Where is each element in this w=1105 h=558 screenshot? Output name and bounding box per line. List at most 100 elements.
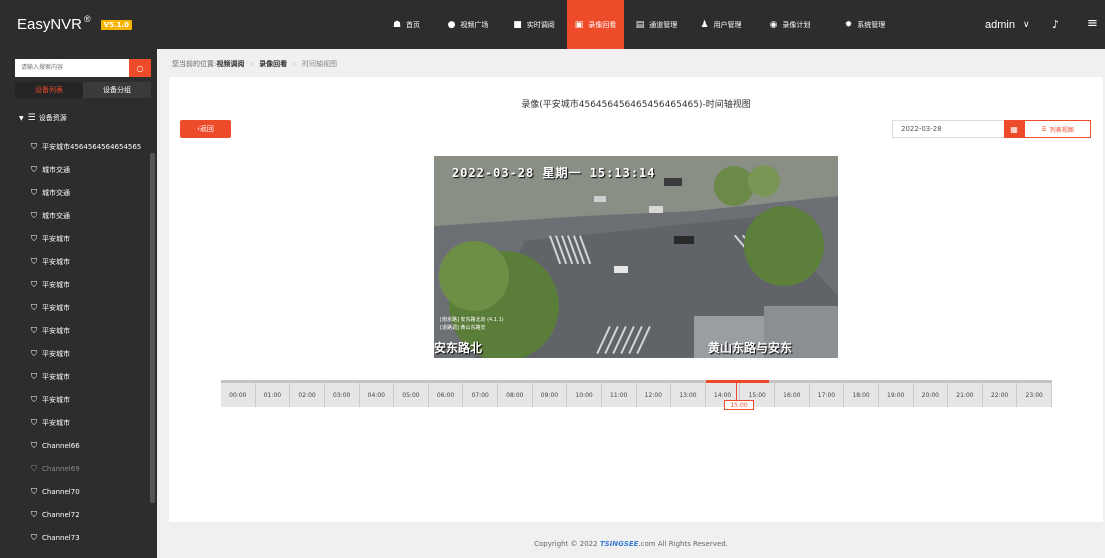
camera-icon: ⛉ [31,532,37,542]
camera-icon: ⛉ [31,302,37,312]
timeline-hour[interactable]: 21:00 [948,383,983,407]
main-nav: ☗ 首页 ● 视频广场 ■ 实时调阅 ▣ 录像回看 ▤ 通道管理 ♟ 用户管理 ◉ 录像计划 ✹ 系统管理 [378,0,903,49]
footer-brand[interactable]: TSINGSEE [600,540,639,548]
nav-playback[interactable]: ▣ 录像回看 [567,0,624,49]
tree-item-device[interactable]: ⛉ 城市交通 [31,181,141,204]
timeline-hour[interactable]: 06:00 [429,383,464,407]
main-panel: 录像(平安城市456456456465456465465)-时间轴视图 ‹ 返回… [169,77,1103,522]
tree-item-device[interactable]: ⛉ 平安城市 [31,388,141,411]
tree-item-device[interactable]: ⛉ Channel72 [31,503,141,526]
nav-video-square[interactable]: ● 视频广场 [435,0,501,49]
timeline-hour[interactable]: 01:00 [256,383,291,407]
bell-icon[interactable]: ♪ [1052,18,1059,31]
tree-item-device[interactable]: ⛉ Channel69 [31,457,141,480]
hamburger-menu-icon[interactable]: ≡ [1087,16,1098,31]
camera-icon: ⛉ [31,325,37,335]
timeline-bar[interactable]: 00:00 01:00 02:00 03:00 04:00 05:00 06:00 07:00… [221,380,1052,410]
breadcrumb-item-playback[interactable]: 录像回看 [259,59,287,69]
nav-home[interactable]: ☗ 首页 [378,0,435,49]
timeline-hour[interactable]: 10:00 [567,383,602,407]
nav-users[interactable]: ♟ 用户管理 [689,0,753,49]
top-bar: EasyNVR ® V5.1.0 ☗ 首页 ● 视频广场 ■ 实时调阅 ▣ 录像回看 ▤ 通道管理… [0,0,1105,49]
timeline-hour[interactable]: 07:00 [463,383,498,407]
tree-item-label: 平安城市 [42,349,70,358]
nav-record-plan[interactable]: ◉ 录像计划 [753,0,827,49]
timeline-hour[interactable]: 11:00 [602,383,637,407]
timeline-hour[interactable]: 08:00 [498,383,533,407]
logo[interactable]: EasyNVR ® V5.1.0 [0,0,157,49]
timeline-hour[interactable]: 00:00 [221,383,256,407]
date-picker-input[interactable]: 2022-03-28 [892,120,1005,138]
tree-item-device[interactable]: ⛉ 平安城市4564564564654565 [31,135,141,158]
tree-item-device[interactable]: ⛉ Channel66 [31,434,141,457]
playback-icon: ▣ [574,19,584,30]
calendar-button[interactable]: ▦ [1004,120,1024,138]
tree-root-device-resources[interactable]: ▼ ☰ 设备资源 [19,113,67,123]
timeline-hour[interactable]: 09:00 [533,383,568,407]
camera-icon: ⛉ [31,279,37,289]
tree-item-label: 城市交通 [42,211,70,220]
user-menu[interactable]: admin ∨ [985,0,1030,49]
page-title: 录像(平安城市456456456465456465465)-时间轴视图 [521,100,751,110]
search-icon: ○ [136,63,144,73]
tree-item-device[interactable]: ⛉ Channel70 [31,480,141,503]
camera-icon: ⛉ [31,394,37,404]
timeline-hour[interactable]: 19:00 [879,383,914,407]
camera-icon: ⛉ [31,233,37,243]
breadcrumb-item-live[interactable]: 视频调阅 [216,59,244,69]
timeline-hours: 00:00 01:00 02:00 03:00 04:00 05:00 06:00 07:00… [221,383,1052,407]
footer-prefix: Copyright © 2022 [534,540,600,548]
back-button[interactable]: ‹ 返回 [180,120,231,138]
timeline-hour[interactable]: 12:00 [637,383,672,407]
tree-item-device[interactable]: ⛉ 平安城市 [31,365,141,388]
timeline-hour[interactable]: 13:00 [671,383,706,407]
timeline-hour[interactable]: 20:00 [914,383,949,407]
device-search: ○ [15,59,151,77]
tree-item-device[interactable]: ⛉ 城市交通 [31,158,141,181]
sidebar-scrollbar[interactable] [150,153,155,503]
nav-label: 录像计划 [782,20,811,29]
tab-device-group[interactable]: 设备分组 [83,82,151,98]
breadcrumb: 您当前的位置: 视频调阅 › 录像回看 › 时间轴视图 [172,59,337,69]
nav-live[interactable]: ■ 实时调阅 [501,0,567,49]
nav-system[interactable]: ✹ 系统管理 [827,0,903,49]
timeline-hour[interactable]: 16:00 [775,383,810,407]
timeline-hour[interactable]: 17:00 [810,383,845,407]
tree-item-device[interactable]: ⛉ 平安城市 [31,342,141,365]
timeline-hour[interactable]: 03:00 [325,383,360,407]
tree-item-device[interactable]: ⛉ 平安城市 [31,273,141,296]
footer: Copyright © 2022 TSINGSEE.com All Rights… [157,540,1105,548]
timeline-hour[interactable]: 02:00 [290,383,325,407]
chevron-down-icon: ∨ [1022,19,1030,29]
camera-icon: ⛉ [31,371,37,381]
timeline-hour[interactable]: 18:00 [844,383,879,407]
tree-item-device[interactable]: ⛉ 平安城市 [31,319,141,342]
timeline-hour[interactable]: 05:00 [394,383,429,407]
camera-icon: ⛉ [31,348,37,358]
nav-channels[interactable]: ▤ 通道管理 [624,0,689,49]
video-player[interactable]: 2022-03-28 星期一 15:13:14 [南京路] 安东路北向 (4.1… [434,156,838,358]
tree-item-label: 平安城市4564564564654565 [42,142,142,151]
back-button-label: 返回 [199,125,214,133]
breadcrumb-prefix: 您当前的位置: [172,60,217,68]
tree-item-label: Channel73 [42,533,80,542]
nav-label: 录像回看 [588,20,617,29]
tree-item-device[interactable]: ⛉ 平安城市 [31,250,141,273]
timeline-hour[interactable]: 23:00 [1017,383,1052,407]
tree-item-device[interactable]: ⛉ 平安城市 [31,227,141,250]
footer-suffix: .com All Rights Reserved. [638,540,728,548]
tree-item-device[interactable]: ⛉ 平安城市 [31,296,141,319]
timeline-hour[interactable]: 22:00 [983,383,1018,407]
tree-item-device[interactable]: ⛉ Channel73 [31,526,141,549]
search-input[interactable] [15,59,129,77]
timeline-hour[interactable]: 04:00 [360,383,395,407]
tree-item-device[interactable]: ⛉ 城市交通 [31,204,141,227]
list-view-button[interactable]: ☰ 列表视图 [1024,120,1091,138]
tree-item-device[interactable]: ⛉ 平安城市 [31,411,141,434]
tab-device-list[interactable]: 设备列表 [15,82,83,98]
search-button[interactable]: ○ [129,59,151,77]
system-icon: ✹ [844,19,853,30]
camera-icon: ⛉ [31,463,37,473]
recording-segment[interactable] [706,380,769,383]
osd-location-left: 安东路北 [434,341,483,355]
